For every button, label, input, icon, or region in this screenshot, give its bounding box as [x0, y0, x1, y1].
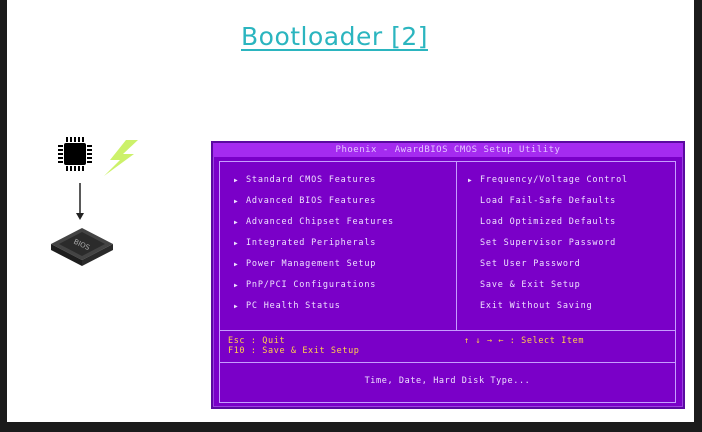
help-divider [220, 362, 675, 363]
bios-setup-window: Phoenix - AwardBIOS CMOS Setup Utility ▶… [211, 141, 685, 409]
submenu-arrow-icon: ▶ [234, 282, 239, 289]
bios-menu-item-left[interactable]: ▶ Standard CMOS Features [234, 174, 394, 195]
bios-menu-item-right[interactable]: Exit Without Saving [468, 300, 628, 321]
slide-title: Bootloader [2] [241, 22, 428, 51]
bios-menu-item-label: Save & Exit Setup [480, 280, 581, 290]
bios-menu-item-left[interactable]: ▶ PnP/PCI Configurations [234, 279, 394, 300]
bios-menu-item-left[interactable]: ▶ Advanced BIOS Features [234, 195, 394, 216]
bios-menu-item-right[interactable]: Load Fail-Safe Defaults [468, 195, 628, 216]
bios-menu-item-label: Power Management Setup [246, 259, 377, 269]
bios-header-title: Phoenix - AwardBIOS CMOS Setup Utility [213, 143, 683, 157]
bios-menu-item-right[interactable]: Load Optimized Defaults [468, 216, 628, 237]
lightning-bolt-icon [104, 140, 138, 176]
menu-footer-divider [220, 330, 675, 331]
f10-save-exit-hint: F10 : Save & Exit Setup [228, 346, 360, 356]
bios-menu-item-label: Standard CMOS Features [246, 175, 377, 185]
bios-menu-item-label: Set Supervisor Password [480, 238, 617, 248]
bios-menu-item-left[interactable]: ▶ PC Health Status [234, 300, 394, 321]
bios-menu-item-right[interactable]: Set Supervisor Password [468, 237, 628, 258]
menu-column-divider [456, 162, 457, 330]
bios-menu-item-label: Set User Password [480, 259, 581, 269]
esc-quit-hint: Esc : Quit [228, 336, 286, 346]
bios-menu-item-label: PnP/PCI Configurations [246, 280, 377, 290]
bios-menu-item-label: PC Health Status [246, 301, 341, 311]
bios-left-menu: ▶ Standard CMOS Features ▶ Advanced BIOS Fe… [234, 174, 394, 321]
bios-menu-item-label: Load Fail-Safe Defaults [480, 196, 617, 206]
submenu-arrow-icon: ▶ [234, 303, 239, 310]
down-arrow-icon [76, 183, 84, 220]
bios-menu-item-label: Exit Without Saving [480, 301, 593, 311]
submenu-arrow-icon: ▶ [234, 177, 239, 184]
bios-menu-item-left[interactable]: ▶ Integrated Peripherals [234, 237, 394, 258]
bios-menu-frame: ▶ Standard CMOS Features ▶ Advanced BIOS Fe… [219, 161, 676, 403]
bios-menu-item-label: Frequency/Voltage Control [480, 175, 628, 185]
submenu-arrow-icon: ▶ [234, 240, 239, 247]
bios-menu-item-left[interactable]: ▶ Advanced Chipset Features [234, 216, 394, 237]
bios-menu-item-label: Advanced BIOS Features [246, 196, 377, 206]
cpu-chip-icon [58, 137, 92, 171]
submenu-arrow-icon: ▶ [234, 261, 239, 268]
bios-menu-item-right[interactable]: Set User Password [468, 258, 628, 279]
footer-key-help-left: Esc : Quit F10 : Save & Exit Setup [228, 336, 360, 356]
bios-right-menu: ▶ Frequency/Voltage Control Load Fail-Safe… [468, 174, 628, 321]
bios-menu-item-label: Load Optimized Defaults [480, 217, 617, 227]
submenu-arrow-icon: ▶ [234, 219, 239, 226]
submenu-arrow-icon: ▶ [234, 198, 239, 205]
bios-menu-item-right[interactable]: ▶ Frequency/Voltage Control [468, 174, 628, 195]
item-help-text: Time, Date, Hard Disk Type... [364, 376, 531, 386]
bios-chip-icon: BIOS [51, 228, 113, 266]
submenu-arrow-icon: ▶ [468, 177, 473, 184]
bios-menu-item-label: Integrated Peripherals [246, 238, 377, 248]
bios-menu-item-right[interactable]: Save & Exit Setup [468, 279, 628, 300]
bios-menu-item-label: Advanced Chipset Features [246, 217, 394, 227]
select-item-hint: ↑ ↓ → ← : Select Item [464, 336, 585, 346]
presentation-slide: Bootloader [2] BIOS Phoenix - AwardBIOS … [7, 0, 694, 422]
bios-menu-item-left[interactable]: ▶ Power Management Setup [234, 258, 394, 279]
